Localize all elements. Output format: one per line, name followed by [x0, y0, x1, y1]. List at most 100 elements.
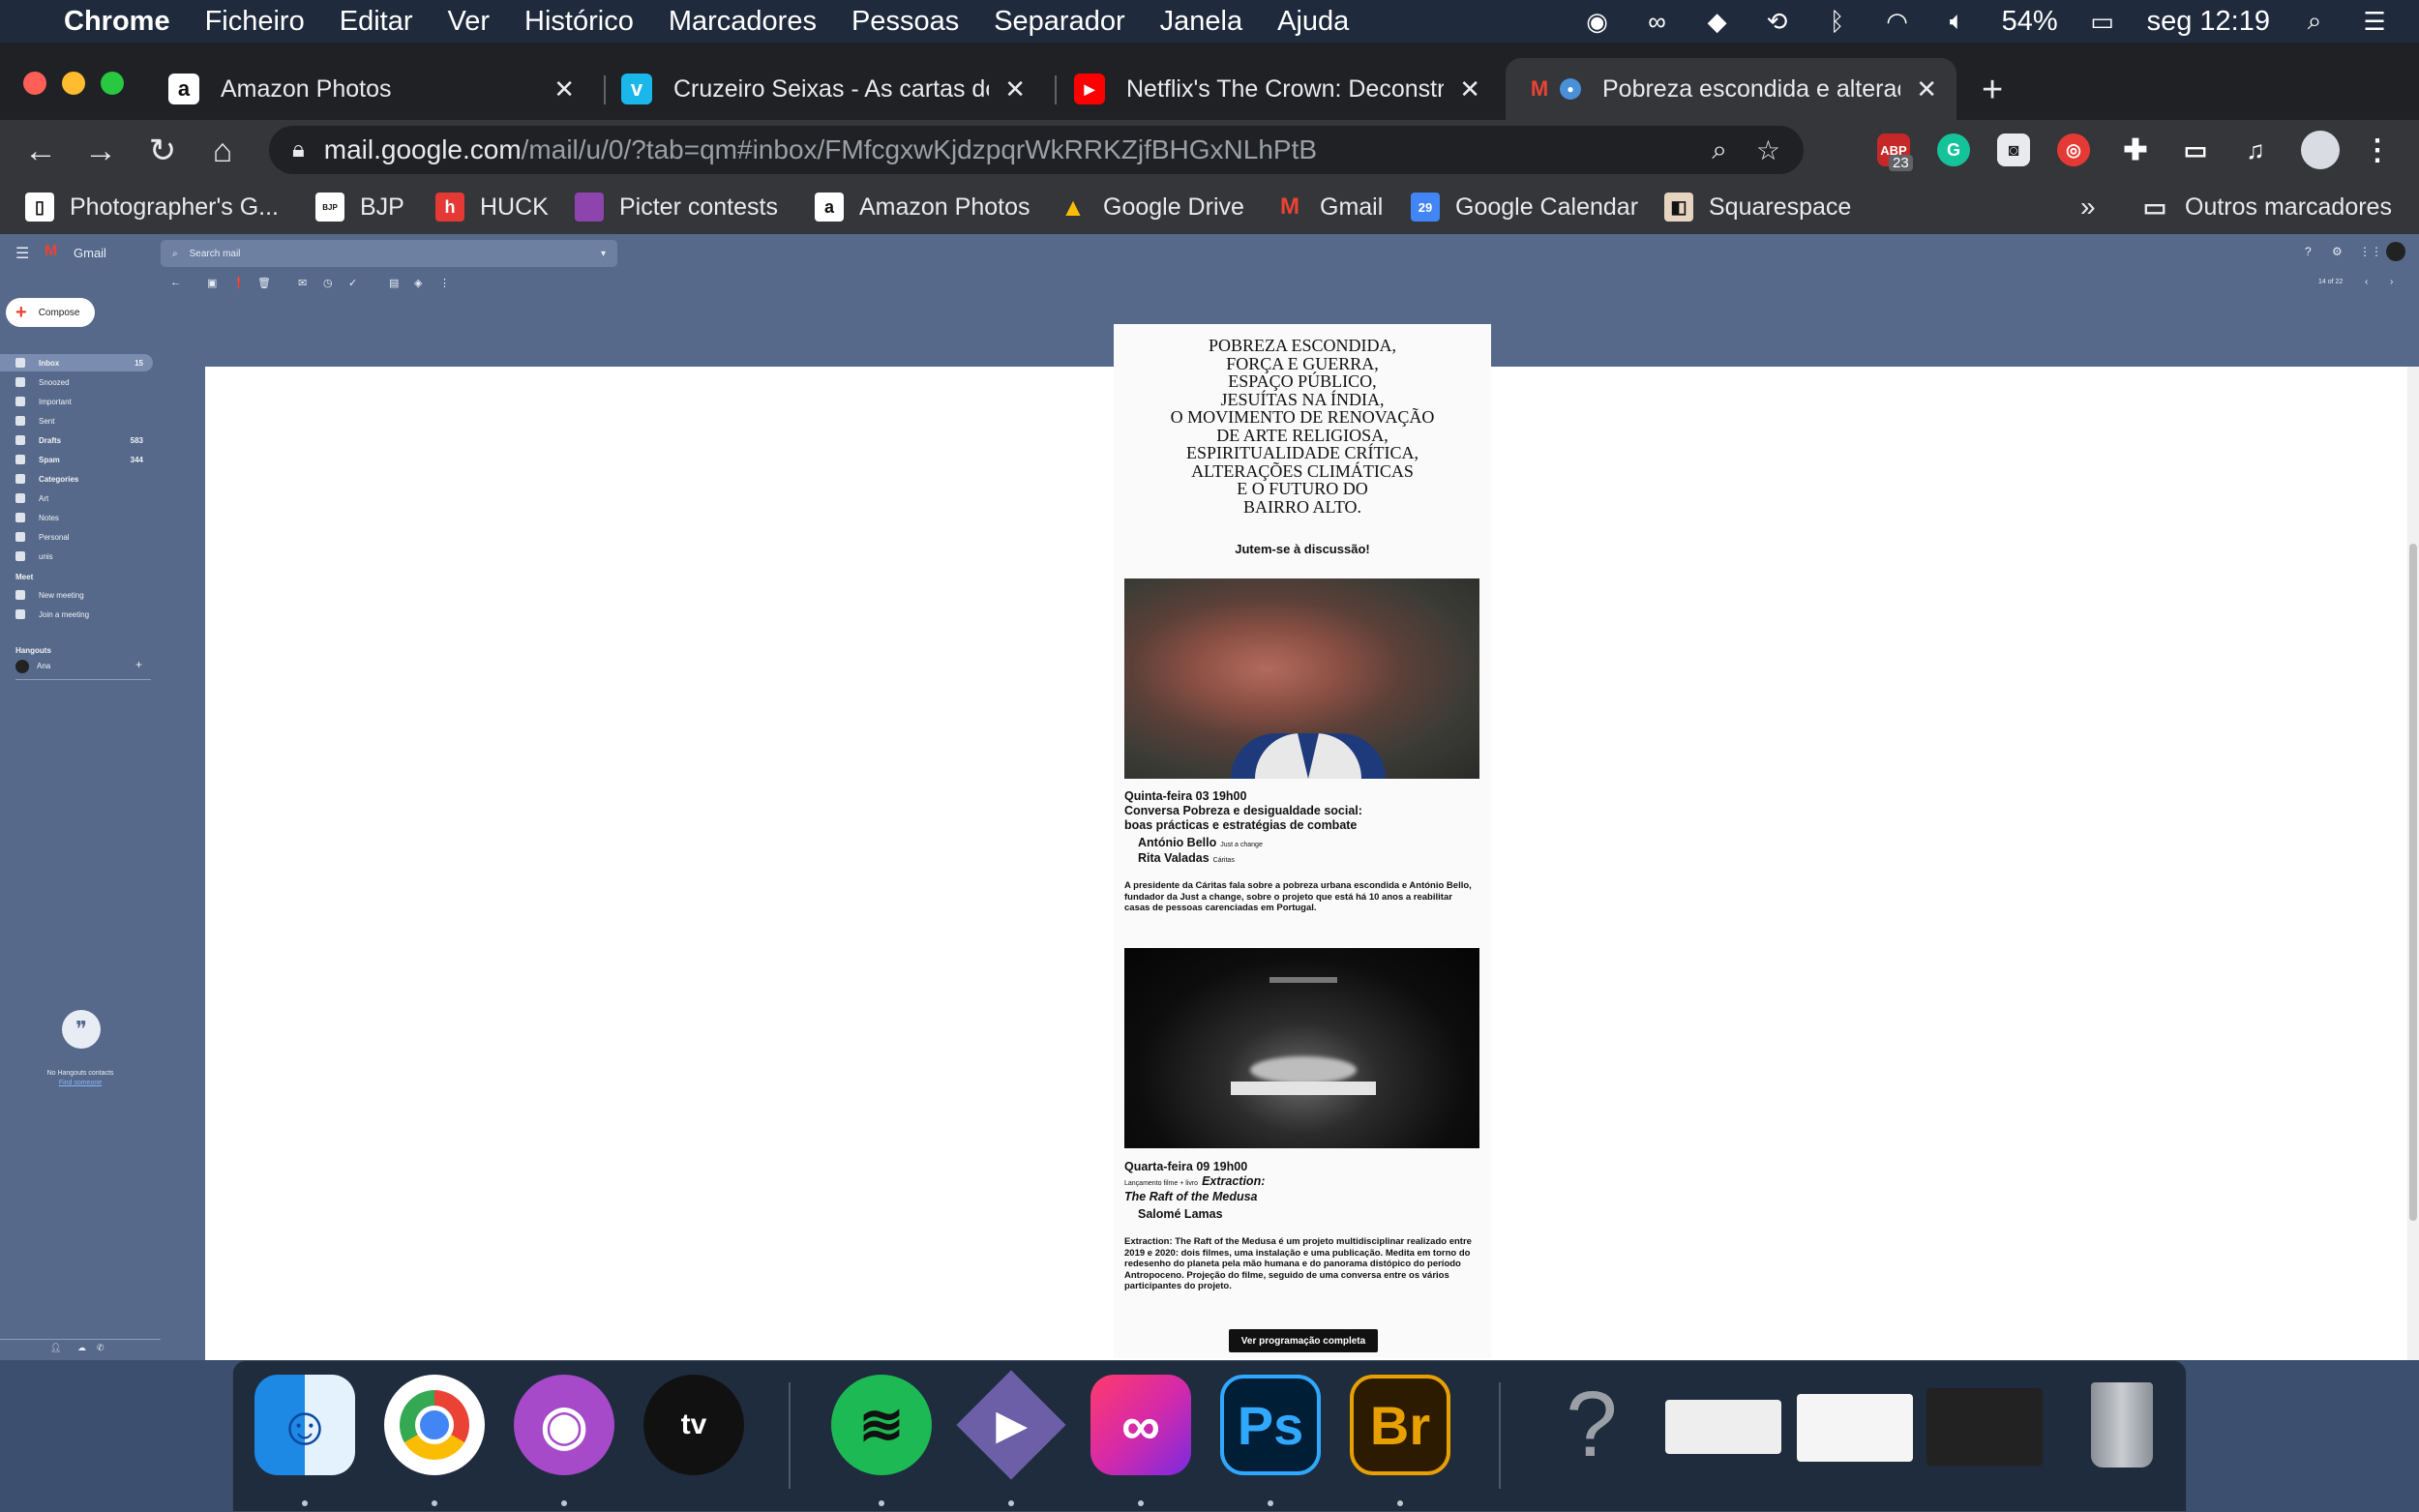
tab-cruzeiro-seixas[interactable]: v Cruzeiro Seixas - As cartas do ✕ — [602, 58, 1045, 120]
finder-icon[interactable]: ☺ — [254, 1375, 355, 1475]
installation-photo[interactable] — [1124, 948, 1479, 1148]
sidebar-item-sent[interactable]: Sent — [0, 412, 153, 430]
settings-gear-icon[interactable]: ⚙︎ — [2332, 245, 2343, 258]
sidebar-item-drafts[interactable]: Drafts 583 — [0, 431, 153, 449]
menu-pessoas[interactable]: Pessoas — [851, 6, 959, 38]
volume-icon[interactable]: 🔈︎ — [1942, 6, 1973, 37]
move-to-icon[interactable]: ▤ — [389, 277, 399, 289]
account-avatar[interactable] — [2386, 242, 2405, 261]
menu-editar[interactable]: Editar — [340, 6, 413, 38]
time-machine-icon[interactable]: ⟲ — [1762, 6, 1793, 37]
window-thumbnail-2[interactable] — [1797, 1394, 1913, 1462]
close-window-button[interactable] — [23, 72, 46, 95]
sidebar-item-inbox[interactable]: Inbox 15 — [0, 354, 153, 371]
hangouts-icon[interactable]: ☁︎ — [77, 1343, 86, 1353]
portrait-photo[interactable] — [1124, 578, 1479, 779]
newer-icon[interactable]: ‹ — [2365, 277, 2368, 287]
menu-janela[interactable]: Janela — [1160, 6, 1242, 38]
menu-ficheiro[interactable]: Ficheiro — [205, 6, 305, 38]
more-options-icon[interactable]: ⋮ — [439, 277, 450, 289]
menu-ver[interactable]: Ver — [448, 6, 491, 38]
phone-icon[interactable]: ✆ — [97, 1343, 105, 1353]
spotify-icon[interactable]: ≋ — [831, 1375, 932, 1475]
hangouts-user[interactable]: Ana — [37, 662, 50, 670]
search-mail-input[interactable]: ⌕ Search mail ▾ — [161, 240, 617, 267]
menu-historico[interactable]: Histórico — [524, 6, 634, 38]
trash-icon[interactable] — [2072, 1375, 2172, 1475]
media-controls-icon[interactable]: ♫ — [2239, 133, 2272, 166]
extensions-puzzle-icon[interactable]: ✚ — [2119, 133, 2152, 166]
sidebar-item-notes[interactable]: Notes — [0, 509, 153, 526]
label-icon[interactable]: ◈ — [414, 277, 422, 289]
zoom-icon[interactable]: ⌕ — [1712, 134, 1727, 166]
bookmark-star-icon[interactable]: ☆ — [1756, 134, 1780, 166]
compose-button[interactable]: + Compose — [6, 298, 95, 327]
meet-join-meeting[interactable]: Join a meeting — [0, 606, 153, 623]
report-spam-icon[interactable]: ❗ — [232, 277, 246, 289]
tab-amazon-photos[interactable]: a Amazon Photos ✕ — [149, 58, 594, 120]
sidebar-item-personal[interactable]: Personal — [0, 528, 153, 546]
bookmark-gmail[interactable]: M Gmail — [1275, 190, 1383, 224]
zoom-window-button[interactable] — [101, 72, 124, 95]
bookmarks-overflow-button[interactable]: » — [2080, 190, 2096, 224]
menu-marcadores[interactable]: Marcadores — [669, 6, 817, 38]
menu-ajuda[interactable]: Ajuda — [1277, 6, 1349, 38]
bookmark-google-calendar[interactable]: 29 Google Calendar — [1411, 190, 1638, 224]
hangouts-avatar[interactable] — [15, 660, 29, 673]
target-extension-icon[interactable]: ◎ — [2057, 133, 2090, 166]
tab-pobreza-escondida[interactable]: M ● Pobreza escondida e alterac ✕ — [1506, 58, 1956, 120]
menu-app-name[interactable]: Chrome — [64, 6, 170, 38]
add-task-icon[interactable]: ✓ — [348, 277, 357, 289]
bookmark-bjp[interactable]: BJP BJP — [315, 190, 404, 224]
bookmark-google-drive[interactable]: ▲ Google Drive — [1059, 190, 1244, 224]
bluetooth-icon[interactable]: ᛒ — [1822, 6, 1853, 37]
podcasts-icon[interactable]: ◉ — [514, 1375, 614, 1475]
infuse-icon[interactable]: ▶ — [956, 1370, 1066, 1480]
spotlight-search-icon[interactable]: ⌕ — [2299, 6, 2330, 37]
main-menu-icon[interactable]: ☰ — [15, 244, 29, 263]
back-to-inbox-icon[interactable]: ← — [170, 277, 181, 288]
directional-icon[interactable]: ◆ — [1702, 6, 1733, 37]
close-tab-icon[interactable]: ✕ — [1916, 74, 1937, 104]
bookmark-photographers-gallery[interactable]: ▯ Photographer's G... — [25, 190, 279, 224]
sidebar-item-snoozed[interactable]: Snoozed — [0, 373, 153, 391]
unknown-app-question-icon[interactable]: ? — [1541, 1373, 1642, 1476]
control-center-icon[interactable]: ☰ — [2359, 6, 2390, 37]
menu-separador[interactable]: Separador — [994, 6, 1124, 38]
menu-clock[interactable]: seg 12:19 — [2147, 6, 2270, 38]
find-someone-link[interactable]: Find someone — [0, 1080, 161, 1086]
back-arrow-icon[interactable]: ← — [21, 132, 60, 170]
photoshop-icon[interactable]: Ps — [1220, 1375, 1321, 1475]
search-options-icon[interactable]: ▾ — [601, 249, 606, 259]
mark-unread-icon[interactable]: ✉︎ — [298, 277, 307, 289]
meet-new-meeting[interactable]: New meeting — [0, 586, 153, 604]
close-tab-icon[interactable]: ✕ — [1004, 74, 1026, 104]
lock-icon[interactable]: 🔒︎ — [292, 136, 305, 163]
bookmark-amazon-photos[interactable]: a Amazon Photos — [815, 190, 1030, 224]
apple-tv-icon[interactable]: tv — [643, 1375, 744, 1475]
close-tab-icon[interactable]: ✕ — [553, 74, 575, 104]
tab-netflix-the-crown[interactable]: ▶ Netflix's The Crown: Deconstru ✕ — [1055, 58, 1500, 120]
creative-cloud-icon[interactable]: ∞ — [1642, 6, 1673, 37]
bridge-icon[interactable]: Br — [1350, 1375, 1450, 1475]
archive-icon[interactable]: ▣ — [207, 277, 217, 289]
bookmark-picter-contests[interactable]: Picter contests — [575, 190, 778, 224]
contacts-icon[interactable]: 👤︎ — [50, 1343, 61, 1353]
sidebar-item-important[interactable]: Important — [0, 393, 153, 410]
creative-cloud-app-icon[interactable]: ∞ — [1090, 1375, 1191, 1475]
cast-icon[interactable]: ▭ — [2179, 133, 2212, 166]
status-app-icon[interactable]: ◉ — [1582, 6, 1613, 37]
help-icon[interactable]: ? — [2305, 245, 2312, 258]
other-bookmarks-folder[interactable]: ▭ Outros marcadores — [2140, 190, 2392, 224]
sidebar-item-spam[interactable]: Spam 344 — [0, 451, 153, 468]
minimize-window-button[interactable] — [62, 72, 85, 95]
apps-grid-icon[interactable]: ⋮⋮ — [2359, 245, 2382, 258]
chrome-menu-icon[interactable]: ⋮ — [2361, 133, 2394, 166]
address-bar[interactable]: 🔒︎ mail.google.com /mail/u/0/?tab=qm#inb… — [269, 126, 1804, 174]
bookmark-squarespace[interactable]: ◧ Squarespace — [1664, 190, 1851, 224]
new-tab-button[interactable]: + — [1982, 70, 2003, 111]
snooze-icon[interactable]: ◷ — [323, 277, 333, 289]
grammarly-extension-icon[interactable]: G — [1937, 133, 1970, 166]
window-thumbnail-1[interactable] — [1665, 1400, 1781, 1454]
add-contact-icon[interactable]: + — [135, 658, 142, 671]
